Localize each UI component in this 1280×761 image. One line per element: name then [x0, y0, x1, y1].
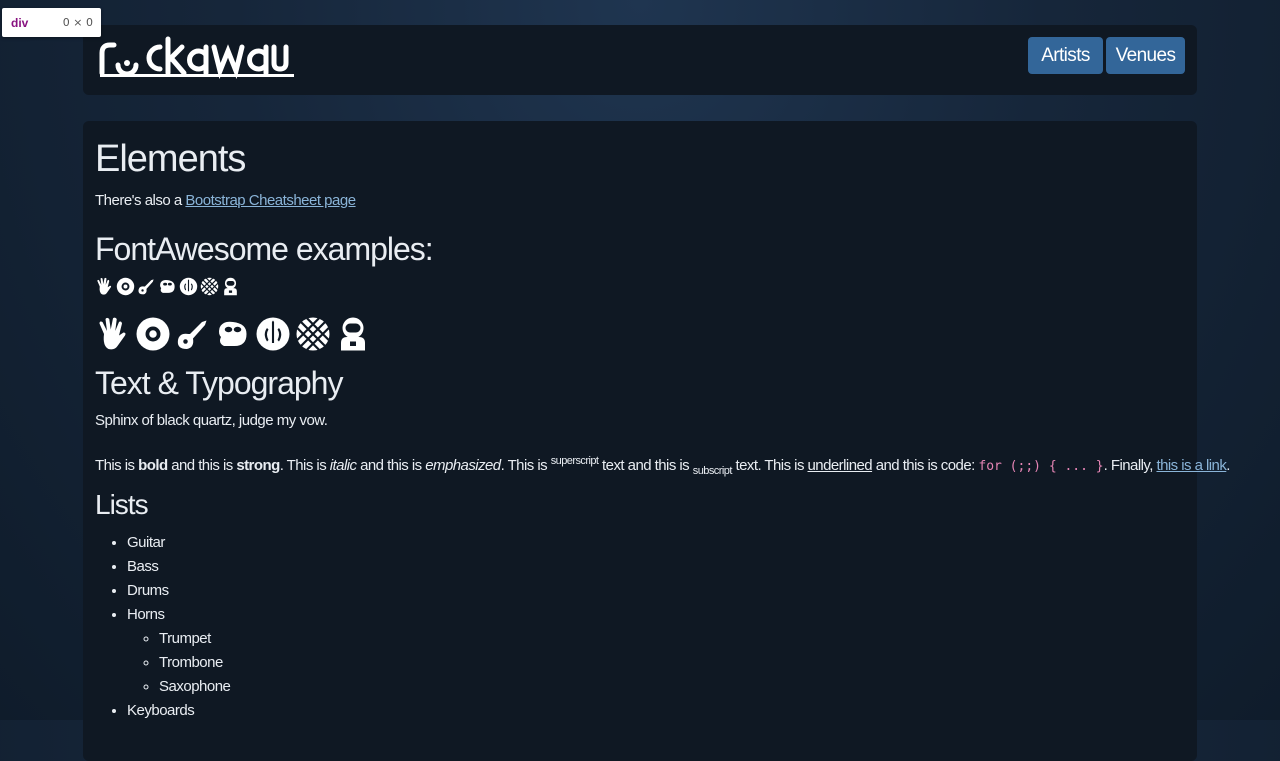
typo-superscript: superscript [550, 455, 599, 467]
typo-italic: italic [329, 457, 357, 474]
list-item-horns: Horns Trumpet Trombone Saxophone [127, 603, 1185, 699]
typo-text: and this is [167, 457, 237, 474]
tooltip-tag: div [11, 15, 29, 30]
tooltip-size: 0 × 0 [62, 16, 93, 29]
typo-emphasized: emphasized [425, 457, 501, 474]
typo-text: text. This is [731, 457, 808, 474]
devtools-element-tooltip: div 0 × 0 [2, 8, 101, 37]
cheatsheet-paragraph: There's also a Bootstrap Cheatsheet page [95, 192, 1185, 210]
fontawesome-heading: FontAwesome examples: [95, 231, 434, 267]
nav-artists-button[interactable]: Artists [1028, 37, 1103, 74]
icon-row-large [95, 316, 1185, 352]
instrument-list: Guitar Bass Drums Horns Trumpet Trombone… [95, 531, 1185, 723]
typo-text: text and this is [598, 457, 693, 474]
lists-heading: Lists [95, 489, 149, 520]
compact-disc-icon [116, 277, 135, 296]
typo-link[interactable]: this is a link [1156, 457, 1226, 474]
list-item: Guitar [127, 531, 1185, 555]
sloth-icon [219, 321, 247, 346]
typography-heading: Text & Typography [95, 365, 343, 401]
guitar-icon [138, 279, 154, 295]
jedi-order-icon [179, 277, 198, 296]
typo-text: . Finally, [1103, 457, 1157, 474]
typo-bold: bold [138, 457, 168, 474]
content-card: Elements There's also a Bootstrap Cheats… [83, 121, 1230, 761]
basketball-icon [296, 317, 330, 351]
page-title: Elements [95, 138, 246, 180]
typo-text: and this is code: [872, 457, 979, 474]
nav-venues-button[interactable]: Venues [1106, 37, 1185, 74]
sublist-item: Saxophone [159, 675, 1185, 699]
hand-spock-icon [99, 317, 126, 350]
list-item: Drums [127, 579, 1185, 603]
jedi-order-icon [256, 317, 290, 351]
pangram-paragraph: Sphinx of black quartz, judge my vow. [95, 412, 328, 429]
cheatsheet-prefix: There's also a [95, 192, 186, 209]
navbar: Artists Venues [83, 25, 1197, 95]
sublist-item: Trombone [159, 651, 1185, 675]
typo-text: . [1226, 457, 1230, 474]
compact-disc-icon [136, 317, 170, 351]
typo-text: and this is [356, 457, 426, 474]
horns-sublist: Trumpet Trombone Saxophone [127, 627, 1185, 699]
typo-subscript: subscript [692, 465, 733, 477]
typography-paragraph: This is bold and this is strong. This is… [95, 451, 1230, 481]
sloth-icon [160, 280, 175, 293]
cheatsheet-link[interactable]: Bootstrap Cheatsheet page [185, 192, 356, 209]
list-item: Keyboards [127, 699, 1185, 723]
basketball-icon [200, 277, 219, 296]
typo-underlined: underlined [807, 457, 873, 474]
rockaway-logo-icon [99, 36, 294, 80]
sublist-item: Trumpet [159, 627, 1185, 651]
guitar-icon [177, 320, 207, 349]
list-item-label: Horns [127, 606, 165, 623]
icon-row-small [95, 277, 1185, 296]
list-item: Bass [127, 555, 1185, 579]
astronaut-icon [341, 317, 365, 351]
astronaut-icon [224, 277, 237, 296]
brand-logo[interactable] [98, 35, 298, 84]
typo-text: This is [95, 457, 139, 474]
hand-spock-icon [97, 277, 112, 295]
typo-text: . This is [279, 457, 330, 474]
typo-strong: strong [236, 457, 280, 474]
typo-code: for (;;) { ... } [978, 459, 1104, 474]
typo-text: . This is [500, 457, 551, 474]
